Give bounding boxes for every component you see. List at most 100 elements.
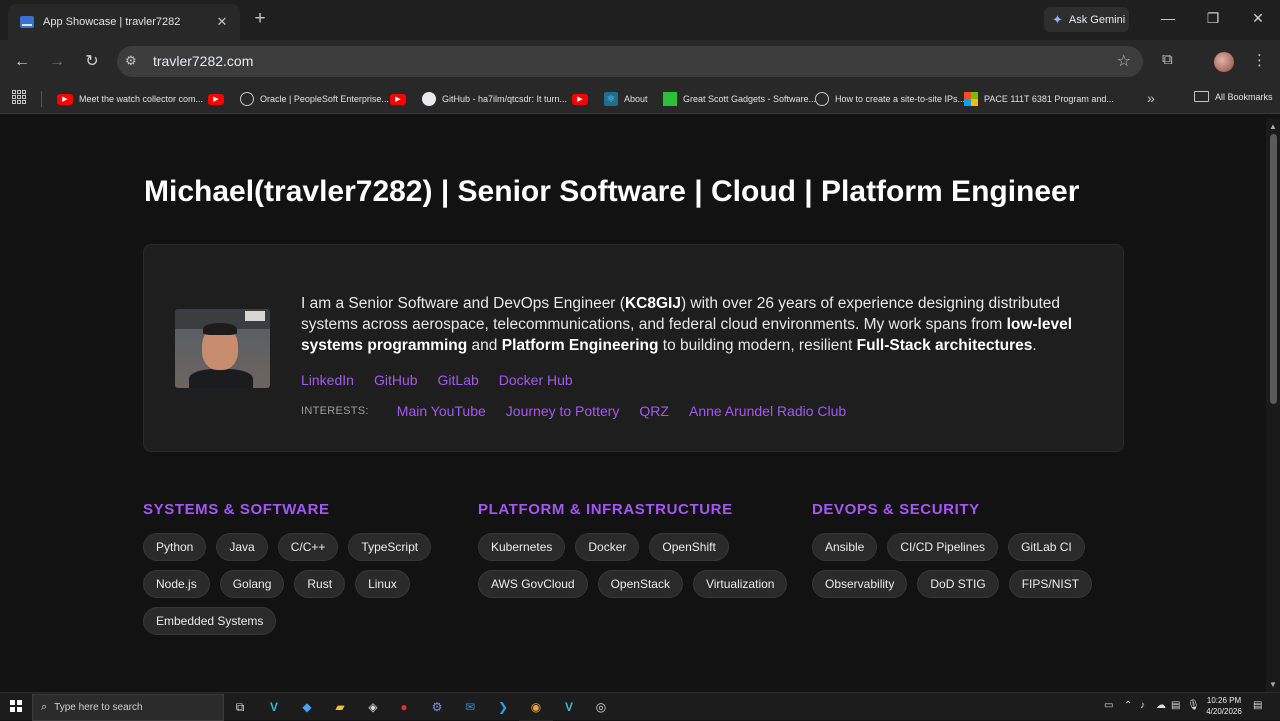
reload-icon[interactable]: ↻ [82, 52, 102, 72]
tray-microphone-icon[interactable]: 🎙 [1187, 700, 1200, 711]
bookmark-item[interactable]: PACE 111T 6381 Program and... [964, 91, 1114, 107]
app-circle-icon[interactable]: ◎ [592, 698, 610, 716]
docker-hub-link[interactable]: Docker Hub [499, 372, 573, 388]
github-link[interactable]: GitHub [374, 372, 418, 388]
visual-studio-icon[interactable]: V [265, 698, 283, 716]
taskbar-clock[interactable]: 10:26 PM 4/20/2026 [1200, 695, 1248, 717]
windows-start-icon[interactable] [10, 700, 22, 712]
skill-chip: Kubernetes [478, 533, 566, 561]
pottery-link[interactable]: Journey to Pottery [506, 403, 620, 419]
skill-chip: Golang [219, 570, 285, 598]
back-arrow-icon[interactable]: ← [12, 52, 32, 72]
bookmark-label: PACE 111T 6381 Program and... [984, 94, 1114, 104]
skill-chip: CI/CD Pipelines [887, 533, 999, 561]
bookmark-item[interactable]: Oracle | PeopleSoft Enterprise... [240, 91, 389, 107]
address-bar[interactable]: ⚙ travler7282.com ☆ [117, 46, 1143, 77]
browser-tab-active[interactable]: App Showcase | travler7282 ✕ [8, 4, 240, 40]
all-bookmarks-button[interactable]: All Bookmarks [1194, 91, 1273, 102]
tab-strip: App Showcase | travler7282 ✕ + ✦ Ask Gem… [0, 0, 1280, 40]
skill-chip: Node.js [143, 570, 210, 598]
tab-search-icon[interactable]: ⧉ [1162, 51, 1173, 68]
skill-heading: DEVOPS & SECURITY [812, 501, 980, 518]
scrollbar-thumb[interactable] [1270, 134, 1277, 404]
notifications-icon[interactable]: ▤ [1253, 700, 1262, 711]
new-tab-button[interactable]: + [250, 9, 270, 29]
tray-sound-icon[interactable]: ♪ [1140, 700, 1145, 711]
file-explorer-icon[interactable]: ▰ [331, 698, 349, 716]
copilot-icon[interactable]: ◆ [298, 698, 316, 716]
more-bookmarks-chevron-icon[interactable]: » [1147, 90, 1155, 106]
network-tool-icon[interactable]: ⚙ [428, 698, 446, 716]
skill-chip: Python [143, 533, 207, 561]
taskbar-search-box[interactable]: ⌕ Type here to search [32, 694, 224, 721]
media-app-icon[interactable]: ● [395, 698, 413, 716]
search-placeholder: Type here to search [54, 702, 143, 713]
all-bookmarks-label: All Bookmarks [1215, 91, 1273, 102]
tray-app-icon[interactable]: ▭ [1104, 700, 1113, 711]
linkedin-link[interactable]: LinkedIn [301, 372, 354, 388]
bookmark-item[interactable]: ⚛ About [604, 91, 648, 107]
menu-dots-icon[interactable]: ⋮ [1252, 51, 1267, 69]
bookmark-item[interactable]: ▶ [572, 91, 588, 107]
minimize-icon[interactable]: — [1158, 10, 1178, 26]
skill-chip: Ansible [812, 533, 878, 561]
main-youtube-link[interactable]: Main YouTube [397, 403, 486, 419]
skill-chip: Docker [575, 533, 640, 561]
skill-chip: Virtualization [692, 570, 788, 598]
vscode-icon[interactable]: ❯ [494, 698, 512, 716]
bookmark-label: About [624, 94, 648, 104]
qrz-link[interactable]: QRZ [639, 403, 669, 419]
ask-gemini-button[interactable]: ✦ Ask Gemini [1044, 7, 1129, 32]
bookmark-label: GitHub - ha7ilm/qtcsdr: It turn... [442, 94, 568, 104]
ask-gemini-label: Ask Gemini [1068, 13, 1126, 26]
close-tab-icon[interactable]: ✕ [214, 14, 230, 30]
tray-chevron-up-icon[interactable]: ⌃ [1124, 700, 1132, 711]
outlook-icon[interactable]: ✉ [461, 698, 479, 716]
profile-avatar[interactable] [1214, 52, 1234, 72]
site-info-icon[interactable]: ⚙ [125, 53, 137, 69]
bookmark-item[interactable]: GitHub - ha7ilm/qtcsdr: It turn... [422, 91, 567, 107]
skill-chip-list: Kubernetes Docker OpenShift AWS GovCloud… [478, 533, 798, 598]
site-favicon-icon [20, 16, 34, 28]
scroll-down-arrow-icon[interactable]: ▼ [1269, 680, 1277, 689]
gsg-icon [663, 92, 677, 106]
skill-chip: Observability [812, 570, 908, 598]
chrome-icon[interactable]: ◉ [519, 693, 553, 721]
bookmarks-bar: ▶ Meet the watch collector com... ▶ Orac… [0, 84, 1280, 114]
skill-chip: TypeScript [348, 533, 432, 561]
forward-arrow-icon[interactable]: → [47, 52, 67, 72]
profile-card: I am a Senior Software and DevOps Engine… [143, 244, 1124, 452]
bookmark-item[interactable]: Great Scott Gadgets - Software... [663, 91, 816, 107]
bookmark-label: Oracle | PeopleSoft Enterprise... [260, 94, 389, 104]
close-window-icon[interactable]: ✕ [1248, 10, 1268, 27]
skill-chip: Java [216, 533, 268, 561]
skill-chip: Linux [355, 570, 410, 598]
bookmark-item[interactable]: ▶ Meet the watch collector com... [57, 91, 203, 107]
visual-studio-2-icon[interactable]: V [560, 698, 578, 716]
gitlab-link[interactable]: GitLab [438, 372, 479, 388]
terminal-icon[interactable]: ◈ [364, 698, 382, 716]
profile-photo [175, 309, 270, 388]
bookmark-item[interactable]: ▶ [208, 91, 224, 107]
restore-icon[interactable]: ❐ [1203, 10, 1223, 27]
tray-cloud-icon[interactable]: ☁ [1156, 700, 1166, 711]
clock-time: 10:26 PM [1206, 696, 1242, 705]
bookmark-label: Great Scott Gadgets - Software... [683, 94, 817, 104]
bookmark-label: Meet the watch collector com... [79, 94, 204, 104]
apps-grid-icon[interactable] [12, 90, 26, 104]
task-view-icon[interactable]: ⧉ [231, 698, 249, 716]
bookmark-star-icon[interactable]: ☆ [1117, 51, 1131, 71]
radio-club-link[interactable]: Anne Arundel Radio Club [689, 403, 846, 419]
bookmark-item[interactable]: ▶ [390, 91, 406, 107]
skill-chip: Rust [294, 570, 346, 598]
scroll-up-arrow-icon[interactable]: ▲ [1269, 122, 1277, 131]
bio-paragraph: I am a Senior Software and DevOps Engine… [301, 295, 1073, 354]
browser-toolbar: ← → ↻ ⚙ travler7282.com ☆ ⧉ ⋮ [0, 40, 1280, 84]
url-text: travler7282.com [153, 53, 254, 69]
bookmark-item[interactable]: How to create a site-to-site IPs... [815, 91, 965, 107]
gemini-sparkle-icon: ✦ [1052, 11, 1063, 27]
tray-network-icon[interactable]: ▤ [1171, 700, 1180, 711]
skill-heading: SYSTEMS & SOFTWARE [143, 501, 330, 518]
tab-title: App Showcase | travler7282 [43, 16, 181, 28]
skill-chip: AWS GovCloud [478, 570, 588, 598]
